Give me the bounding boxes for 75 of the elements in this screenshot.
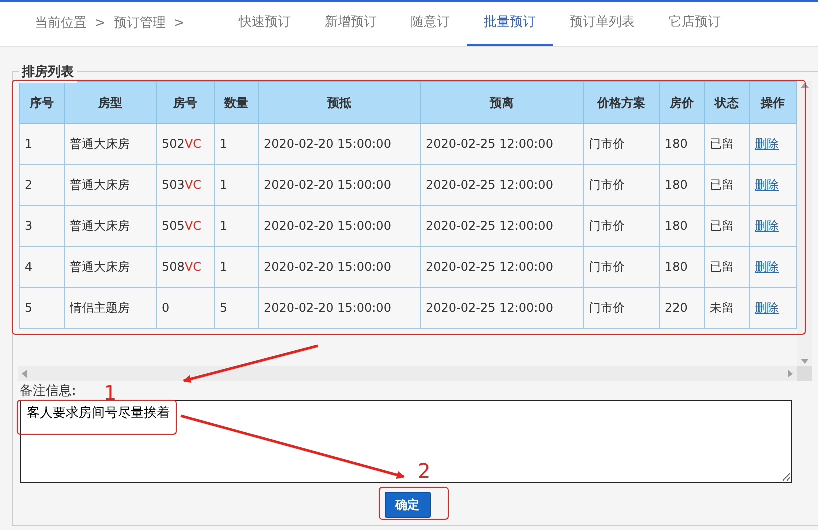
table-cell: 1 [214,164,258,206]
nav-tab[interactable]: 随意订 [394,2,467,46]
table-cell: 505VC [156,206,214,246]
breadcrumb-separator: > [95,15,106,34]
table-cell: 2020-02-25 12:00:00 [420,288,584,328]
table-cell: 2020-02-20 15:00:00 [258,124,420,164]
table-cell: 2020-02-25 12:00:00 [420,164,584,206]
table-cell: 2020-02-25 12:00:00 [420,124,584,164]
table-cell: 180 [660,124,704,164]
table-cell: 4 [20,246,64,288]
breadcrumb-separator: > [174,15,185,34]
column-header: 房型 [64,82,156,124]
column-header: 价格方案 [584,82,660,124]
table-cell: 5 [20,288,64,328]
table-cell: 普通大床房 [64,206,156,246]
table-cell: 普通大床房 [64,246,156,288]
nav-tab[interactable]: 新增预订 [308,2,394,46]
breadcrumb-item: 预订管理 [114,15,166,34]
table-cell: 已留 [704,124,750,164]
table-cell: 2 [20,164,64,206]
table-cell: 1 [20,124,64,164]
delete-link[interactable]: 删除 [755,219,779,233]
table-cell: 508VC [156,246,214,288]
table-cell: 220 [660,288,704,328]
table-cell: 已留 [704,206,750,246]
table-cell: 502VC [156,124,214,164]
table-cell: 1 [214,246,258,288]
table-cell: 已留 [704,164,750,206]
nav-tab[interactable]: 预订单列表 [553,2,652,46]
remarks-label: 备注信息: [20,384,76,399]
column-header: 序号 [20,82,64,124]
table-cell: 180 [660,164,704,206]
delete-link[interactable]: 删除 [755,137,779,151]
table-cell: 门市价 [584,246,660,288]
table-cell: 0 [156,288,214,328]
table-cell: 503VC [156,164,214,206]
table-cell: 情侣主题房 [64,288,156,328]
breadcrumb-item: 当前位置 [35,15,87,34]
table-cell: 2020-02-25 12:00:00 [420,206,584,246]
column-header: 操作 [750,82,796,124]
table-cell: 普通大床房 [64,164,156,206]
table-cell: 1 [214,206,258,246]
column-header: 数量 [214,82,258,124]
nav-tab[interactable]: 快速预订 [222,2,308,46]
table-cell: 门市价 [584,206,660,246]
table-cell: 3 [20,206,64,246]
table-cell: 5 [214,288,258,328]
table-cell: 普通大床房 [64,124,156,164]
column-header: 房号 [156,82,214,124]
annotation-number: 2 [418,461,431,481]
table-cell: 已留 [704,246,750,288]
table-cell: 2020-02-20 15:00:00 [258,288,420,328]
nav-tab[interactable]: 批量预订 [467,2,553,46]
column-header: 状态 [704,82,750,124]
table-cell: 2020-02-20 15:00:00 [258,164,420,206]
delete-link[interactable]: 删除 [755,301,779,315]
nav-tab[interactable]: 它店预订 [652,2,738,46]
table-cell: 未留 [704,288,750,328]
table-cell: 180 [660,206,704,246]
table-cell: 门市价 [584,124,660,164]
column-header: 房价 [660,82,704,124]
table-cell: 1 [214,124,258,164]
column-header: 预离 [420,82,584,124]
annotation-number: 1 [104,383,117,403]
delete-link[interactable]: 删除 [755,178,779,192]
panel-title: 排房列表 [19,63,77,82]
table-cell: 2020-02-20 15:00:00 [258,206,420,246]
column-header: 预抵 [258,82,420,124]
delete-link[interactable]: 删除 [755,260,779,274]
table-cell: 2020-02-20 15:00:00 [258,246,420,288]
table-cell: 门市价 [584,164,660,206]
confirm-button[interactable]: 确定 [384,492,430,518]
table-cell: 180 [660,246,704,288]
table-cell: 2020-02-25 12:00:00 [420,246,584,288]
table-cell: 门市价 [584,288,660,328]
